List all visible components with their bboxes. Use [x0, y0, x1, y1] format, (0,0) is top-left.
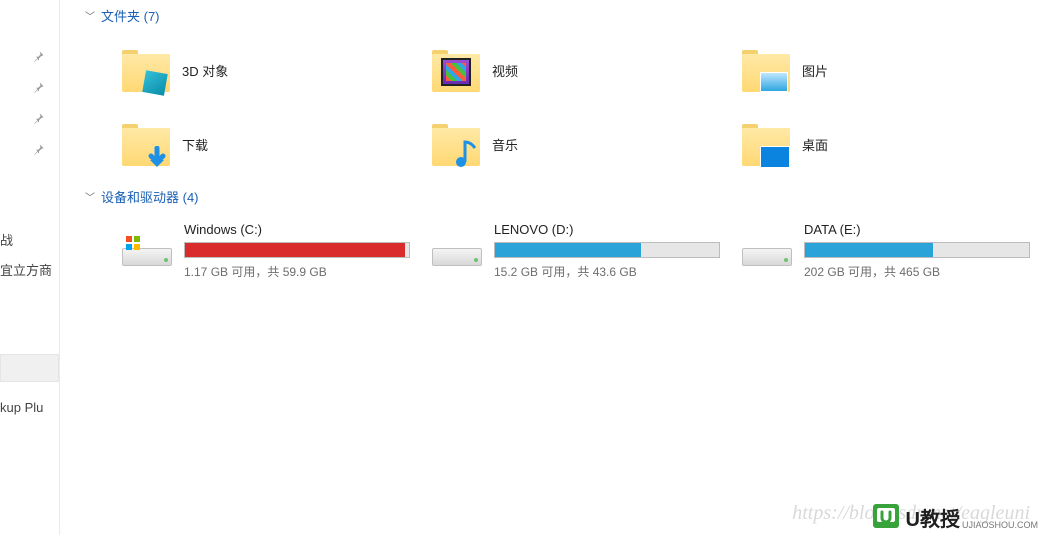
folder-item[interactable]: 视频	[430, 33, 740, 107]
folder-icon	[120, 44, 172, 96]
drive-usage-bar	[804, 242, 1030, 258]
folder-icon	[740, 118, 792, 170]
folder-label: 3D 对象	[182, 61, 228, 80]
drive-name: DATA (E:)	[804, 222, 1030, 237]
drive-usage-fill	[805, 243, 933, 257]
folder-label: 桌面	[802, 135, 828, 154]
drive-stat: 15.2 GB 可用，共 43.6 GB	[494, 263, 720, 280]
drive-stat: 1.17 GB 可用，共 59.9 GB	[184, 263, 410, 280]
sidebar-item-label[interactable]: 战	[0, 230, 13, 249]
folder-label: 下载	[182, 135, 208, 154]
drive-usage-fill	[495, 243, 641, 257]
pin-icon	[0, 42, 59, 73]
drive-name: Windows (C:)	[184, 222, 410, 237]
group-folders: ﹀ 文件夹 (7) 3D 对象 视频 图片下载 音乐 桌面	[60, 0, 1040, 181]
group-header-folders[interactable]: ﹀ 文件夹 (7)	[85, 0, 1040, 33]
pin-icon	[0, 104, 59, 135]
drive-usage-bar	[494, 242, 720, 258]
watermark-text: https://blog.csdn.net/eagleuni	[792, 502, 1030, 525]
drive-icon	[740, 230, 794, 270]
badge-title: U教授	[906, 503, 960, 532]
drive-item[interactable]: DATA (E:) 202 GB 可用，共 465 GB	[740, 222, 1040, 280]
folder-label: 图片	[802, 61, 828, 80]
folder-icon	[430, 44, 482, 96]
drive-item[interactable]: LENOVO (D:) 15.2 GB 可用，共 43.6 GB	[430, 222, 740, 280]
badge-sub: UJIAOSHOU.COM	[962, 520, 1038, 530]
folder-label: 视频	[492, 61, 518, 80]
folder-label: 音乐	[492, 135, 518, 154]
sidebar-item-label[interactable]: 宜立方商	[0, 260, 52, 279]
group-drives: ﹀ 设备和驱动器 (4) Windows (C:) 1.17 GB 可用，共 59…	[60, 181, 1040, 280]
folder-item[interactable]: 桌面	[740, 107, 1040, 181]
sidebar: 战 宜立方商 kup Plu	[0, 0, 60, 535]
sidebar-item-label[interactable]: kup Plu	[0, 400, 43, 415]
shield-icon	[870, 501, 902, 533]
chevron-down-icon: ﹀	[85, 189, 95, 204]
pinned-list	[0, 0, 59, 166]
pin-icon	[0, 135, 59, 166]
group-title: 设备和驱动器 (4)	[101, 187, 199, 206]
group-header-drives[interactable]: ﹀ 设备和驱动器 (4)	[85, 181, 1040, 214]
group-title: 文件夹 (7)	[101, 6, 160, 25]
folder-item[interactable]: 3D 对象	[120, 33, 430, 107]
folder-icon	[740, 44, 792, 96]
folder-item[interactable]: 图片	[740, 33, 1040, 107]
drive-name: LENOVO (D:)	[494, 222, 720, 237]
main-pane: ﹀ 文件夹 (7) 3D 对象 视频 图片下载 音乐 桌面 ﹀ 设备和驱动器 (4) W…	[60, 0, 1040, 535]
brand-badge: U教授 UJIAOSHOU.COM	[870, 501, 1038, 533]
drive-info: Windows (C:) 1.17 GB 可用，共 59.9 GB	[184, 222, 430, 280]
drive-usage-bar	[184, 242, 410, 258]
drive-info: LENOVO (D:) 15.2 GB 可用，共 43.6 GB	[494, 222, 740, 280]
drive-stat: 202 GB 可用，共 465 GB	[804, 263, 1030, 280]
folder-icon	[430, 118, 482, 170]
folder-item[interactable]: 下载	[120, 107, 430, 181]
drive-icon	[430, 230, 484, 270]
pin-icon	[0, 73, 59, 104]
folders-grid: 3D 对象 视频 图片下载 音乐 桌面	[85, 33, 1040, 181]
drive-item[interactable]: Windows (C:) 1.17 GB 可用，共 59.9 GB	[120, 222, 430, 280]
drive-usage-fill	[185, 243, 405, 257]
folder-item[interactable]: 音乐	[430, 107, 740, 181]
drives-grid: Windows (C:) 1.17 GB 可用，共 59.9 GB LENOVO (…	[85, 214, 1040, 280]
folder-icon	[120, 118, 172, 170]
sidebar-selection[interactable]	[0, 354, 59, 382]
drive-info: DATA (E:) 202 GB 可用，共 465 GB	[804, 222, 1040, 280]
drive-icon	[120, 230, 174, 270]
chevron-down-icon: ﹀	[85, 8, 95, 23]
